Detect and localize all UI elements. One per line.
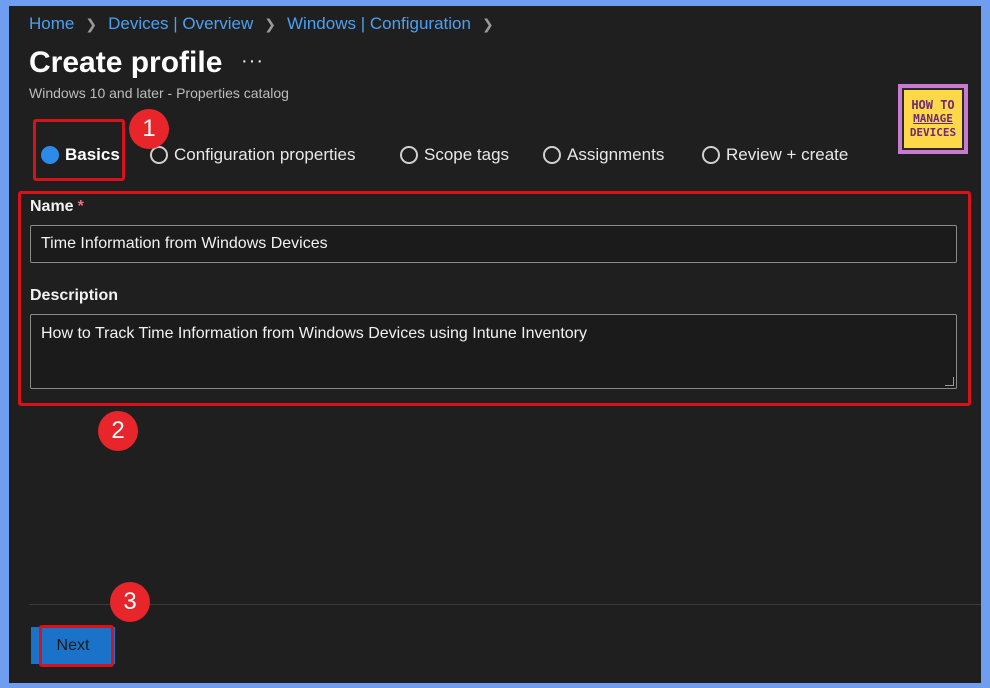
chevron-right-icon: ❯	[85, 15, 98, 32]
highlight-box-basics	[33, 119, 125, 181]
tab-assignments[interactable]: Assignments	[543, 141, 664, 169]
step-badge-1: 1	[129, 109, 169, 149]
page-title: Create profile	[29, 46, 223, 79]
name-label: Name *	[30, 198, 84, 215]
resize-grip-icon[interactable]	[945, 377, 954, 386]
highlight-box-next	[39, 625, 114, 667]
step-radio-icon	[150, 146, 168, 164]
step-badge-3: 3	[110, 582, 150, 622]
main-panel: Home ❯ Devices | Overview ❯ Windows | Co…	[9, 6, 981, 683]
name-field[interactable]: Time Information from Windows Devices	[30, 225, 957, 263]
step-radio-icon	[543, 146, 561, 164]
tab-review-create[interactable]: Review + create	[702, 141, 848, 169]
description-field-value: How to Track Time Information from Windo…	[41, 325, 587, 342]
description-field[interactable]: How to Track Time Information from Windo…	[30, 314, 957, 389]
step-badge-2: 2	[98, 411, 138, 451]
page-subtitle: Windows 10 and later - Properties catalo…	[29, 85, 289, 101]
name-field-value: Time Information from Windows Devices	[41, 235, 328, 252]
breadcrumb-devices-overview[interactable]: Devices | Overview	[108, 14, 253, 34]
more-options-icon[interactable]: ···	[241, 50, 264, 73]
step-radio-icon	[702, 146, 720, 164]
required-marker: *	[77, 198, 84, 215]
chevron-right-icon: ❯	[481, 15, 494, 32]
breadcrumb-home[interactable]: Home	[29, 14, 74, 34]
footer-divider	[29, 604, 981, 605]
description-label: Description	[30, 287, 119, 304]
tab-configuration-properties[interactable]: Configuration properties	[150, 141, 355, 169]
step-radio-icon	[400, 146, 418, 164]
breadcrumb: Home ❯ Devices | Overview ❯ Windows | Co…	[29, 13, 505, 35]
breadcrumb-windows-configuration[interactable]: Windows | Configuration	[287, 14, 471, 34]
tab-scope-tags[interactable]: Scope tags	[400, 141, 509, 169]
chevron-right-icon: ❯	[264, 15, 277, 32]
